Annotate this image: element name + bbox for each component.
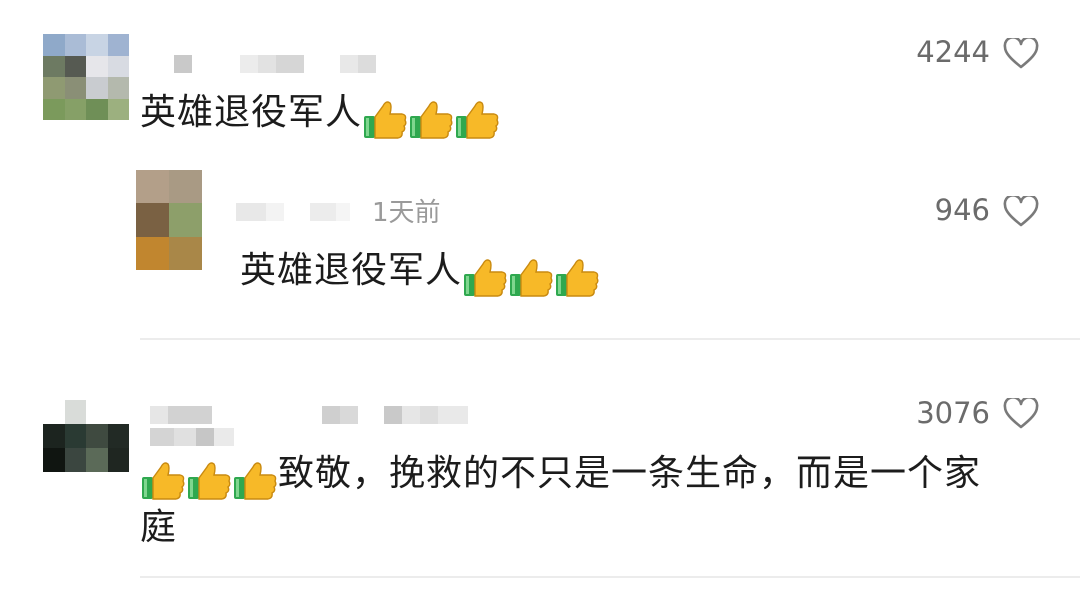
- comment-text-line1: 致敬，挽救的不只是一条生命，而是一个家: [140, 450, 1060, 504]
- thumbs-up-icon: [142, 462, 185, 500]
- heart-icon[interactable]: [1003, 38, 1039, 70]
- thumbs-up-icon: [234, 462, 277, 500]
- avatar[interactable]: [43, 400, 129, 472]
- thumbs-up-icon: [556, 259, 599, 297]
- heart-icon[interactable]: [1003, 398, 1039, 430]
- emoji-group: [462, 253, 600, 301]
- emoji-group: [362, 95, 500, 143]
- avatar[interactable]: [43, 34, 129, 120]
- thumbs-up-icon: [188, 462, 231, 500]
- like-count: 946: [934, 193, 990, 227]
- reply-text-content: 英雄退役军人: [240, 250, 463, 291]
- thumbs-up-icon: [410, 101, 453, 139]
- comment-text: 英雄退役军人: [140, 89, 500, 143]
- comment-text-line2: 庭: [140, 507, 178, 548]
- avatar[interactable]: [136, 170, 202, 270]
- emoji-group: [140, 456, 278, 504]
- thumbs-up-icon: [510, 259, 553, 297]
- divider: [140, 338, 1080, 340]
- reply-time: 1天前: [372, 198, 441, 228]
- divider: [140, 576, 1080, 578]
- like-count: 3076: [916, 396, 990, 430]
- comment-text: 致敬，挽救的不只是一条生命，而是一个家 庭: [140, 450, 1060, 552]
- thumbs-up-icon: [364, 101, 407, 139]
- comment-text-content: 英雄退役军人: [140, 92, 363, 133]
- username-blurred-second-line: [150, 428, 234, 446]
- username-blurred[interactable]: [236, 203, 350, 221]
- comment-text-content: 致敬，挽救的不只是一条生命，而是一个家: [278, 453, 982, 494]
- like-count: 4244: [916, 35, 990, 69]
- reply-text: 英雄退役军人: [240, 247, 600, 301]
- heart-icon[interactable]: [1003, 196, 1039, 228]
- thumbs-up-icon: [464, 259, 507, 297]
- username-blurred[interactable]: [174, 55, 376, 73]
- username-blurred[interactable]: [150, 406, 468, 424]
- thumbs-up-icon: [456, 101, 499, 139]
